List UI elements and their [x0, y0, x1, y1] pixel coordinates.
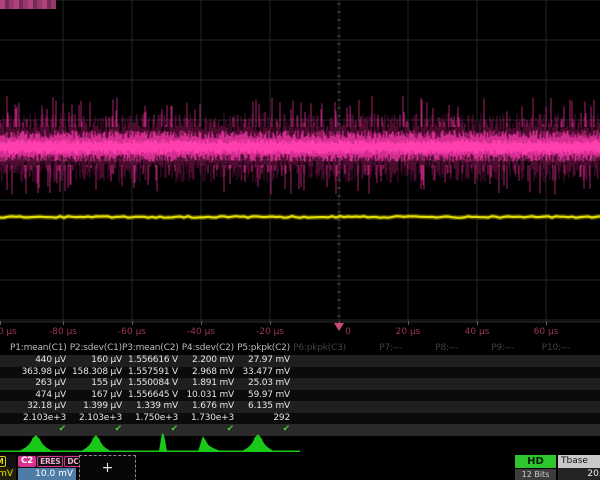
timebase-title: Tbase: [558, 455, 600, 468]
measure-value-p5: 27.97 mV: [234, 355, 290, 367]
oscilloscope-screen: -100 µs -80 µs -60 µs -40 µs -20 µs 0 20 µs 40 …: [0, 0, 600, 480]
measure-value-p4: 2.200 mV: [178, 355, 234, 367]
measure-mean-p3: 1.557591 V: [122, 367, 178, 379]
c2-eres-badge: ERES: [37, 456, 63, 467]
measure-min-p2: 155 µV: [66, 378, 122, 390]
measure-max-p1: 474 µV: [10, 390, 66, 402]
measure-sdev-p3: 1.339 mV: [122, 401, 178, 413]
axis-tick: [477, 321, 478, 325]
waveform-display[interactable]: [0, 0, 600, 342]
timebase-value: 20.0 µ: [558, 468, 600, 480]
measure-max-p3: 1.556645 V: [122, 390, 178, 402]
c2-label: C2: [18, 456, 36, 467]
histicon-p5[interactable]: [242, 434, 274, 451]
measure-min-p4: 1.891 mV: [178, 378, 234, 390]
measure-mean-p1: 363.98 µV: [10, 367, 66, 379]
measure-row-max: 474 µV167 µV1.556645 V10.031 mV59.97 mV: [0, 390, 600, 402]
measure-min-p5: 25.03 mV: [234, 378, 290, 390]
measure-row-num: 2.103e+32.103e+31.750e+31.730e+3292: [0, 413, 600, 425]
histicon-p3[interactable]: [159, 433, 167, 451]
measure-num-p5: 292: [234, 413, 290, 425]
measure-mean-p5: 33.477 mV: [234, 367, 290, 379]
measure-min-p1: 263 µV: [10, 378, 66, 390]
axis-tick: [270, 321, 271, 325]
axis-tick: [408, 321, 409, 325]
axis-label-3: -40 µs: [187, 327, 215, 337]
axis-label-4: -20 µs: [256, 327, 284, 337]
histicon-p2[interactable]: [81, 435, 111, 451]
axis-label-0: -100 µs: [0, 327, 17, 337]
trigger-position-marker[interactable]: [334, 323, 344, 331]
measure-max-p5: 59.97 mV: [234, 390, 290, 402]
measure-header-p4[interactable]: P4:sdev(C2): [178, 342, 234, 355]
measure-mean-p4: 2.968 mV: [178, 367, 234, 379]
histicon-p4[interactable]: [198, 436, 221, 451]
measure-row-value: 440 µV160 µV1.556616 V2.200 mV27.97 mV: [0, 355, 600, 367]
measure-header-p5[interactable]: P5:pkpk(C2): [234, 342, 290, 355]
measure-max-p4: 10.031 mV: [178, 390, 234, 402]
measure-num-p1: 2.103e+3: [10, 413, 66, 425]
measure-value-p3: 1.556616 V: [122, 355, 178, 367]
measure-header-p10[interactable]: P10:---: [514, 342, 570, 355]
measure-row-min: 263 µV155 µV1.550084 V1.891 mV25.03 mV: [0, 378, 600, 390]
measure-num-p3: 1.750e+3: [122, 413, 178, 425]
axis-label-1: -80 µs: [49, 327, 77, 337]
measure-value-p2: 160 µV: [66, 355, 122, 367]
measure-header-p8[interactable]: P8:---: [402, 342, 458, 355]
axis-tick: [546, 321, 547, 325]
measure-max-p2: 167 µV: [66, 390, 122, 402]
measure-sdev-p5: 6.135 mV: [234, 401, 290, 413]
axis-label-8: 60 µs: [534, 327, 559, 337]
channel-c2-descriptor[interactable]: C2 ERES DC1M 10.0 mV: [18, 455, 76, 480]
histicon-strip[interactable]: [0, 433, 300, 453]
measure-num-p2: 2.103e+3: [66, 413, 122, 425]
measure-sdev-p4: 1.676 mV: [178, 401, 234, 413]
histicon-p1[interactable]: [19, 435, 53, 451]
measure-header-p7[interactable]: P7:---: [346, 342, 402, 355]
measure-sdev-p1: 32.18 µV: [10, 401, 66, 413]
add-trace-button[interactable]: +: [79, 455, 136, 480]
hd-mode-badge[interactable]: HD 12 Bits: [515, 455, 556, 480]
measure-header-p9[interactable]: P9:---: [458, 342, 514, 355]
c1-scale: 10.0 mV: [0, 468, 16, 480]
cropped-ui-fragment: [0, 0, 56, 9]
axis-tick: [0, 321, 1, 325]
axis-tick: [132, 321, 133, 325]
axis-tick: [63, 321, 64, 325]
measure-row-mean: 363.98 µV158.308 µV1.557591 V2.968 mV33.…: [0, 367, 600, 379]
bits-label: 12 Bits: [515, 469, 556, 480]
measure-value-p1: 440 µV: [10, 355, 66, 367]
measure-header-p2[interactable]: P2:sdev(C1): [66, 342, 122, 355]
axis-label-6: 20 µs: [396, 327, 421, 337]
measurement-table: P1:mean(C1)P2:sdev(C1)P3:mean(C2)P4:sdev…: [0, 342, 600, 436]
measure-min-p3: 1.550084 V: [122, 378, 178, 390]
measure-mean-p2: 158.308 µV: [66, 367, 122, 379]
time-axis: -100 µs -80 µs -60 µs -40 µs -20 µs 0 20 µs 40 …: [0, 321, 600, 341]
hd-label: HD: [515, 455, 556, 468]
measure-row-sdev: 32.18 µV1.399 µV1.339 mV1.676 mV6.135 mV: [0, 401, 600, 413]
axis-tick: [201, 321, 202, 325]
axis-label-2: -60 µs: [118, 327, 146, 337]
measure-sdev-p2: 1.399 µV: [66, 401, 122, 413]
measure-header-p1[interactable]: P1:mean(C1): [10, 342, 66, 355]
measure-header-p3[interactable]: P3:mean(C2): [122, 342, 178, 355]
channel-c1-descriptor[interactable]: C1 DC1M 10.0 mV: [0, 455, 16, 480]
timebase-descriptor[interactable]: Tbase 20.0 µ: [558, 455, 600, 480]
c2-scale: 10.0 mV: [18, 468, 76, 480]
measure-header-p6[interactable]: P6:pkpk(C3): [290, 342, 346, 355]
axis-label-5: 0: [345, 327, 351, 337]
axis-label-7: 40 µs: [465, 327, 490, 337]
measure-num-p4: 1.730e+3: [178, 413, 234, 425]
c1-coupling-badge: DC1M: [0, 456, 6, 467]
